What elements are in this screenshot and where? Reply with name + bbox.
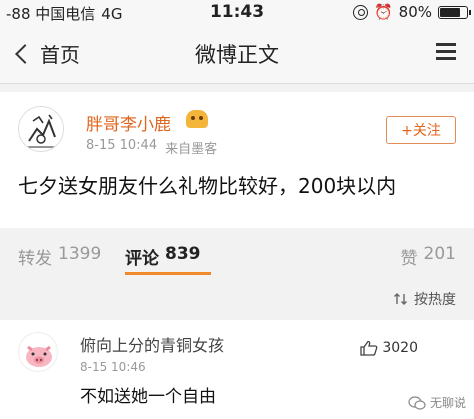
sort-label: 按热度 [414,292,456,308]
menu-icon[interactable] [436,43,456,63]
alarm-icon: ⏰ [373,3,393,21]
author-avatar[interactable] [18,106,64,152]
thumbs-up-icon [360,340,378,356]
battery-icon [438,5,471,19]
sort-button[interactable]: 按热度 [394,289,456,309]
nav-bar: 首页 微博正文 [0,26,474,84]
deer-sketch-icon [19,107,63,151]
status-right: ⏰ 80% [352,3,471,21]
comment-count: 839 [165,244,201,264]
pig-avatar-icon [19,333,57,371]
author-name[interactable]: 胖哥李小鹿 [86,110,171,135]
battery-fill [440,7,461,17]
tab-like[interactable]: 赞 201 [401,244,456,269]
battery-percent: 80% [398,3,432,21]
post-card: 胖哥李小鹿 8-15 10:44 来自墨客 +关注 七夕送女朋友什么礼物比较好，… [0,92,474,228]
like-label: 赞 [400,249,418,269]
tab-repost[interactable]: 转发 1399 [18,244,101,269]
watermark-text: 无聊说 [429,396,466,410]
stats-bar: 转发 1399 评论 839 赞 201 [0,236,474,275]
follow-button[interactable]: +关注 [386,116,456,144]
repost-count: 1399 [58,244,102,264]
post-source: 来自墨客 [165,142,218,157]
comment-like-button[interactable]: 3020 [360,340,418,356]
post-date: 8-15 10:44 [86,138,158,153]
wechat-icon [408,395,426,410]
sort-icon [394,293,407,305]
comment-date: 8-15 10:46 [80,360,146,374]
page-title: 微博正文 [195,43,279,67]
repost-label: 转发 [18,249,52,269]
status-bar: -88 中国电信 4G 11:43 ⏰ 80% [0,0,474,26]
comment-item: 俯向上分的青铜女孩 8-15 10:46 不如送她一个自由 3020 无聊说 [0,320,474,419]
tab-comment[interactable]: 评论 839 [125,244,201,269]
comment-label: 评论 [125,249,159,269]
member-badge-icon [186,110,208,128]
active-tab-indicator [125,272,211,275]
commenter-avatar[interactable] [18,332,58,372]
commenter-name[interactable]: 俯向上分的青铜女孩 [80,332,224,356]
comment-text: 不如送她一个自由 [80,387,216,407]
watermark: 无聊说 [408,394,466,411]
post-meta: 8-15 10:44 来自墨客 [86,138,217,157]
like-count: 201 [423,244,456,264]
post-text: 七夕送女朋友什么礼物比较好，200块以内 [18,174,397,198]
sort-row: 按热度 [0,285,474,313]
comment-like-count: 3020 [382,340,418,356]
rotation-lock-icon [352,4,368,20]
